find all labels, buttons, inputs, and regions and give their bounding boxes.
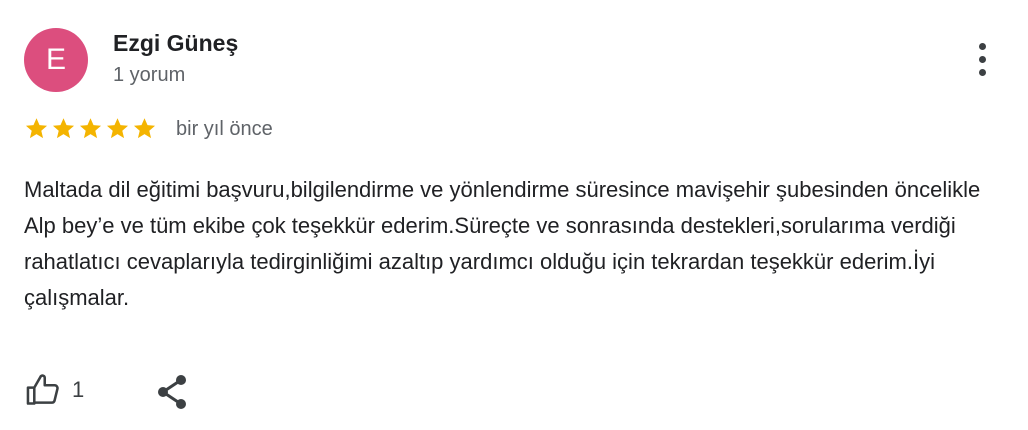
avatar-letter: E (45, 43, 66, 76)
thumb-up-icon (26, 374, 59, 405)
author-review-count: 1 yorum (113, 64, 186, 86)
author-name[interactable]: Ezgi Güneş (113, 30, 238, 57)
star-icon (133, 118, 156, 139)
star-icon (25, 118, 48, 139)
more-vert-icon (979, 43, 986, 50)
like-button[interactable]: 1 (24, 370, 84, 410)
share-icon (158, 375, 186, 409)
review-text: Maltada dil eğitimi başvuru,bilgilendirm… (24, 177, 981, 310)
star-rating (24, 116, 157, 144)
review-card: E Ezgi Güneş 1 yorum bir yıl önce Maltad… (0, 0, 1028, 430)
avatar[interactable]: E (24, 28, 88, 92)
star-icon (106, 118, 129, 139)
star-icon (79, 118, 102, 139)
review-time: bir yıl önce (176, 118, 273, 140)
star-icon (52, 118, 75, 139)
like-count: 1 (72, 377, 85, 402)
more-options-button[interactable] (966, 40, 998, 80)
share-button[interactable] (154, 372, 190, 412)
